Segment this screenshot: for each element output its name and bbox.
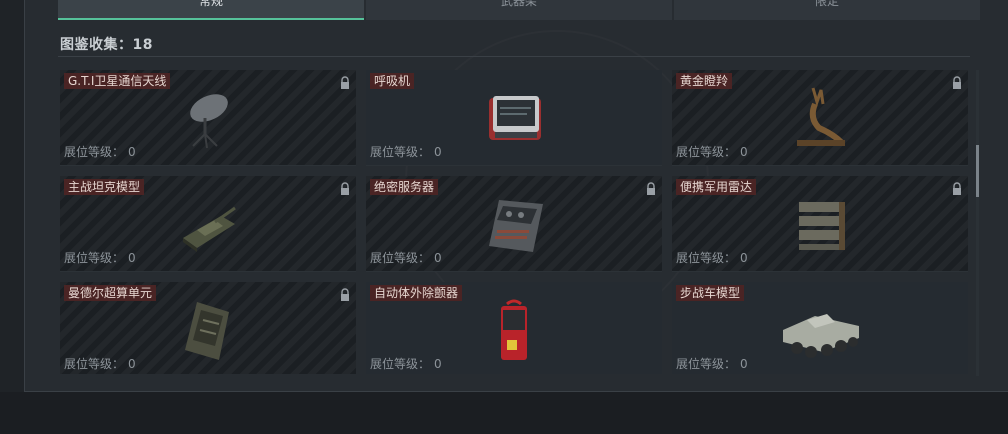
card-name: 黄金瞪羚	[676, 73, 733, 89]
defibrillator-icon	[501, 299, 527, 360]
scrollbar-track[interactable]	[976, 70, 979, 376]
card-name: 呼吸机	[370, 73, 415, 89]
card-level: 展位等级： 0	[64, 145, 136, 159]
ventilator-icon	[489, 96, 541, 140]
card-level: 展位等级： 0	[370, 145, 442, 159]
card-name: 绝密服务器	[370, 179, 439, 195]
card-name: 自动体外除颤器	[370, 285, 463, 301]
collection-card-tank-model[interactable]: 主战坦克模型 展位等级： 0	[60, 176, 356, 272]
server-icon	[489, 200, 543, 252]
collection-grid-viewport: G.T.I卫星通信天线 展位等级： 0 呼吸机 展位等级： 0 黄金瞪羚 展位等…	[58, 68, 972, 374]
lock-icon	[647, 182, 655, 195]
lock-icon	[341, 288, 349, 301]
lock-icon	[341, 182, 349, 195]
tank-model-icon	[183, 206, 236, 252]
card-level: 展位等级： 0	[676, 145, 748, 159]
golden-gazelle-icon	[797, 87, 845, 146]
supercomputer-icon	[185, 302, 229, 360]
collection-card-ifv-model[interactable]: 步战车模型 展位等级： 0	[672, 282, 968, 374]
collection-card-ventilator[interactable]: 呼吸机 展位等级： 0	[366, 70, 662, 166]
card-name: 曼德尔超算单元	[64, 285, 157, 301]
card-level: 展位等级： 0	[676, 251, 748, 265]
card-level: 展位等级： 0	[370, 357, 442, 371]
lock-icon	[953, 76, 961, 89]
collection-card-golden-gazelle[interactable]: 黄金瞪羚 展位等级： 0	[672, 70, 968, 166]
collection-count: 图鉴收集：18	[60, 37, 153, 53]
card-level: 展位等级： 0	[370, 251, 442, 265]
collection-screen: 常规 武器架 限定 图鉴收集：18 G.T.I卫星通信天线 展位等级： 0 呼吸…	[0, 0, 1008, 434]
category-tabs: 常规 武器架 限定	[58, 0, 980, 20]
collection-card-satellite-antenna[interactable]: G.T.I卫星通信天线 展位等级： 0	[60, 70, 356, 166]
collection-card-supercomputer[interactable]: 曼德尔超算单元 展位等级： 0	[60, 282, 356, 374]
satellite-dish-icon	[190, 94, 228, 149]
collection-card-server[interactable]: 绝密服务器 展位等级： 0	[366, 176, 662, 272]
card-level: 展位等级： 0	[64, 357, 136, 371]
card-name: 主战坦克模型	[64, 179, 145, 195]
ifv-model-icon	[783, 314, 859, 358]
scrollbar-thumb[interactable]	[976, 145, 979, 197]
lock-icon	[953, 182, 961, 195]
collection-grid: G.T.I卫星通信天线 展位等级： 0 呼吸机 展位等级： 0 黄金瞪羚 展位等…	[60, 70, 968, 374]
tab-regular[interactable]: 常规	[58, 0, 364, 20]
radar-icon	[799, 202, 845, 250]
collection-card-defibrillator[interactable]: 自动体外除颤器 展位等级： 0	[366, 282, 662, 374]
card-name: G.T.I卫星通信天线	[64, 73, 171, 89]
card-level: 展位等级： 0	[64, 251, 136, 265]
tab-limited[interactable]: 限定	[674, 0, 980, 20]
card-name: 便携军用雷达	[676, 179, 757, 195]
card-name: 步战车模型	[676, 285, 745, 301]
lock-icon	[341, 76, 349, 89]
bottom-bar	[0, 392, 1008, 434]
collection-card-portable-radar[interactable]: 便携军用雷达 展位等级： 0	[672, 176, 968, 272]
tab-weapon-rack[interactable]: 武器架	[366, 0, 672, 20]
card-level: 展位等级： 0	[676, 357, 748, 371]
divider	[58, 56, 970, 57]
